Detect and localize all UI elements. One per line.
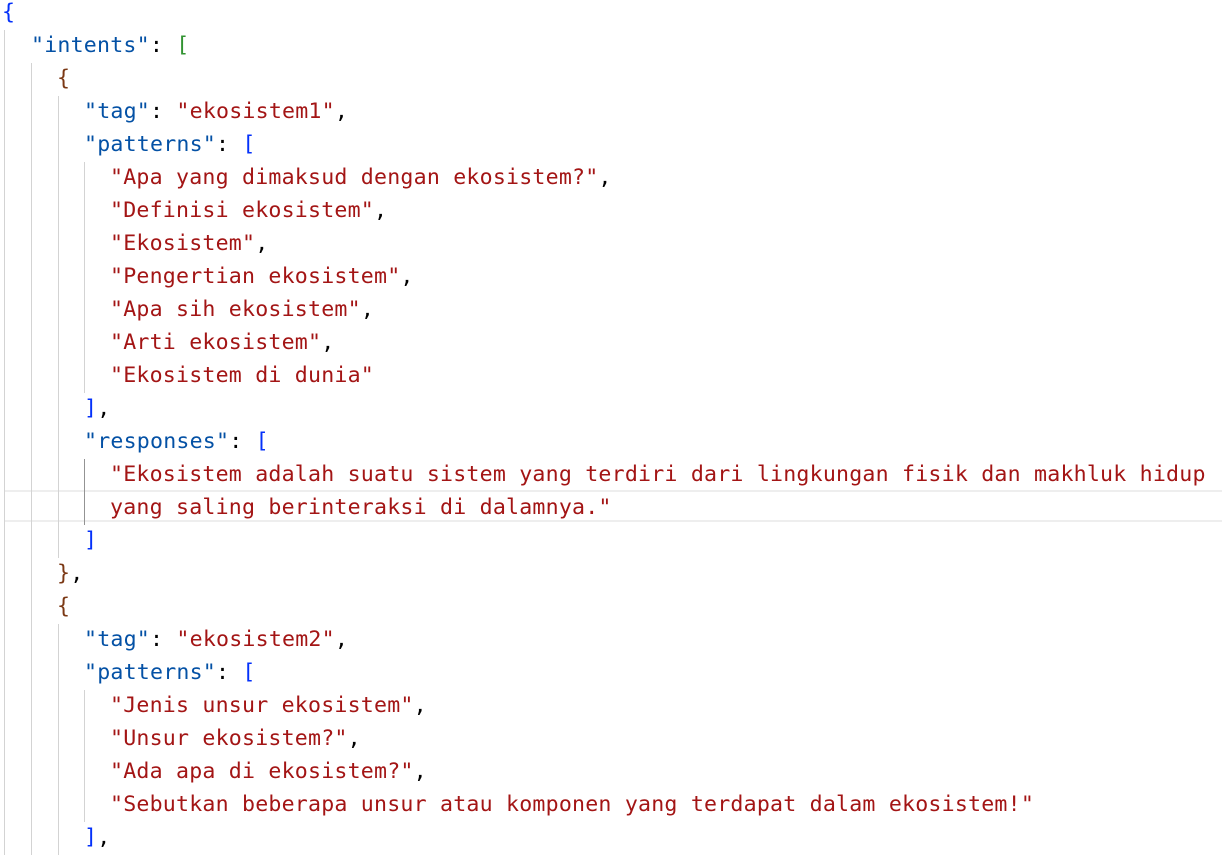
code-line: "Ekosistem adalah suatu sistem yang terd… [110, 458, 1206, 491]
code-line: "patterns": [ [84, 660, 256, 685]
json-string: "Unsur ekosistem?" [110, 726, 348, 751]
active-indent-guide [84, 459, 85, 525]
code-line: }, [57, 561, 84, 586]
code-line: ] [84, 524, 97, 557]
code-line: "Ekosistem di dunia" [110, 359, 374, 392]
json-string: "Sebutkan beberapa unsur atau komponen y… [110, 792, 1035, 817]
json-string: "Pengertian ekosistem" [110, 264, 401, 289]
json-string: "Ekosistem di dunia" [110, 363, 375, 388]
code-line: "Definisi ekosistem", [110, 198, 388, 223]
json-string: yang saling berinteraksi di dalamnya." [110, 495, 612, 520]
json-key: "responses" [84, 429, 230, 454]
code-line: "Ekosistem", [110, 231, 269, 256]
json-string: "Ekosistem adalah suatu sistem yang terd… [110, 462, 1206, 487]
code-line: "Pengertian ekosistem", [110, 264, 414, 289]
code-line: "tag": "ekosistem1", [84, 99, 349, 124]
indent-guide [58, 96, 59, 558]
code-line: "patterns": [ [84, 132, 256, 157]
indent-guide [4, 30, 5, 855]
close-bracket: ] [84, 825, 98, 850]
json-string: "Apa sih ekosistem" [110, 297, 361, 322]
json-string: "Definisi ekosistem" [110, 198, 375, 223]
json-key: "patterns" [84, 660, 217, 685]
json-string: "Arti ekosistem" [110, 330, 322, 355]
json-string: "Jenis unsur ekosistem" [110, 693, 414, 718]
code-line: { [2, 0, 15, 29]
code-line: "Apa yang dimaksud dengan ekosistem?", [110, 165, 612, 190]
close-bracket: ] [84, 396, 98, 421]
open-bracket: [ [242, 660, 256, 685]
open-brace: { [57, 66, 71, 91]
code-line: "Apa sih ekosistem", [110, 297, 375, 322]
open-bracket: [ [242, 132, 256, 157]
code-line: ], [84, 396, 111, 421]
code-line: "Ada apa di ekosistem?", [110, 759, 427, 784]
close-bracket: ] [84, 528, 98, 553]
open-bracket: [ [176, 33, 190, 58]
indent-guide [84, 690, 85, 822]
close-brace: } [57, 561, 71, 586]
code-line: ], [84, 825, 111, 850]
code-line: "Unsur ekosistem?", [110, 726, 361, 751]
code-line: "Arti ekosistem", [110, 330, 335, 355]
json-string: "ekosistem2" [176, 627, 335, 652]
json-string: "Apa yang dimaksud dengan ekosistem?" [110, 165, 599, 190]
json-string: "Ada apa di ekosistem?" [110, 759, 414, 784]
code-line: "intents": [ [31, 33, 190, 58]
json-string: "Ekosistem" [110, 231, 256, 256]
json-string: "ekosistem1" [176, 99, 335, 124]
json-key: "tag" [84, 627, 151, 652]
indent-guide [84, 162, 85, 393]
json-editor[interactable]: { "intents": [ { "tag": "ekosistem1", "p… [0, 0, 1222, 855]
indent-guide [31, 63, 32, 855]
code-line: "Sebutkan beberapa unsur atau komponen y… [110, 788, 1034, 821]
open-brace: { [2, 0, 16, 25]
code-line: "Jenis unsur ekosistem", [110, 693, 427, 718]
open-bracket: [ [255, 429, 269, 454]
code-line: "responses": [ [84, 429, 269, 454]
json-key: "tag" [84, 99, 151, 124]
code-line: "tag": "ekosistem2", [84, 627, 349, 652]
code-line: { [57, 62, 70, 95]
open-brace: { [57, 594, 71, 619]
code-line: { [57, 590, 70, 623]
json-key: "patterns" [84, 132, 217, 157]
indent-guide [58, 624, 59, 855]
json-key: "intents" [31, 33, 150, 58]
code-line-wrapped: yang saling berinteraksi di dalamnya." [110, 491, 612, 524]
